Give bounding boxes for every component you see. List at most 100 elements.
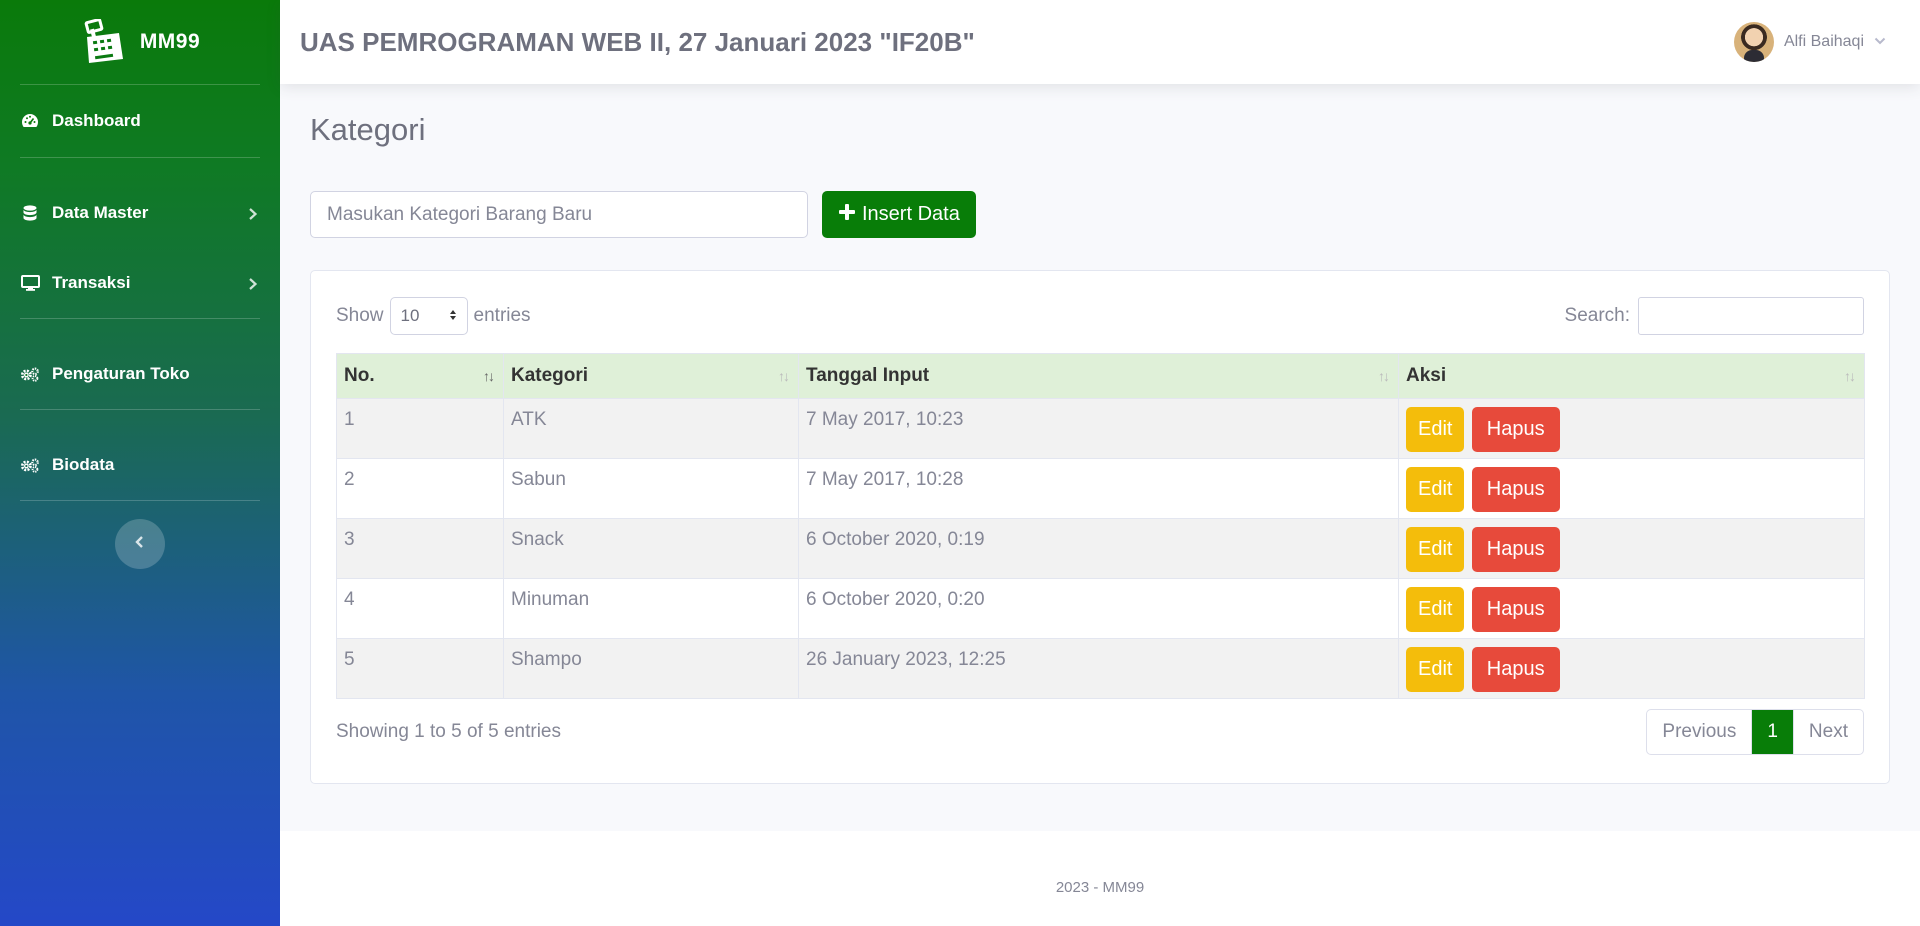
footer-copyright: 2023 - MM99: [1055, 879, 1145, 896]
column-header-label: No.: [344, 365, 375, 386]
sidebar-toggle-button[interactable]: [115, 519, 165, 569]
entries-info: Showing 1 to 5 of 5 entries: [336, 721, 561, 742]
footer: 2023 - MM99: [280, 831, 1920, 926]
user-name: Alfi Baihaqi: [1783, 33, 1864, 50]
insert-data-label: Insert Data: [862, 203, 960, 225]
plus-icon: [838, 203, 856, 227]
cell-aksi: Edit Hapus: [1398, 398, 1865, 459]
search-label: Search:: [1564, 305, 1630, 326]
cell-no: 1: [336, 398, 504, 459]
edit-button[interactable]: Edit: [1406, 587, 1465, 632]
brand-name: MM99: [139, 30, 201, 53]
datatable-card: Show 10 entries Search: No. ↑↓ Kategori ↑↓: [310, 270, 1890, 784]
column-header-label: Kategori: [511, 365, 589, 386]
edit-button[interactable]: Edit: [1406, 467, 1465, 512]
datatable-footer: Showing 1 to 5 of 5 entries Previous 1 N…: [336, 709, 1864, 755]
sidebar-item-transaksi[interactable]: Transaksi: [0, 248, 280, 318]
chevron-left-icon: [134, 535, 146, 554]
cell-tanggal: 26 January 2023, 12:25: [798, 638, 1399, 699]
cell-no: 3: [336, 518, 504, 579]
column-header-kategori[interactable]: Kategori ↑↓: [503, 353, 799, 399]
table-row: 1 ATK 7 May 2017, 10:23 Edit Hapus: [336, 398, 1865, 459]
sort-icon: ↑↓: [1844, 368, 1856, 384]
chevron-down-icon: [1874, 33, 1886, 51]
table-row: 3 Snack 6 October 2020, 0:19 Edit Hapus: [336, 518, 1865, 579]
sidebar: MM99 Dashboard Data Master Transaksi Pen…: [0, 0, 280, 926]
sidebar-item-label: Pengaturan Toko: [52, 364, 190, 383]
chevron-right-icon: [246, 206, 260, 220]
cell-tanggal: 6 October 2020, 0:20: [798, 578, 1399, 639]
cell-tanggal: 7 May 2017, 10:28: [798, 458, 1399, 519]
datatable-controls: Show 10 entries Search:: [336, 297, 1864, 335]
sidebar-item-label: Biodata: [52, 455, 115, 474]
show-label: Show: [336, 305, 384, 326]
cell-no: 5: [336, 638, 504, 699]
edit-button[interactable]: Edit: [1406, 527, 1465, 572]
column-header-tanggal[interactable]: Tanggal Input ↑↓: [798, 353, 1399, 399]
cell-kategori: Shampo: [503, 638, 799, 699]
cell-tanggal: 6 October 2020, 0:19: [798, 518, 1399, 579]
hapus-button[interactable]: Hapus: [1471, 527, 1560, 572]
pagination-next[interactable]: Next: [1792, 710, 1863, 754]
brand[interactable]: MM99: [0, 0, 280, 84]
cogs-icon: [20, 364, 40, 384]
pagination-page-1[interactable]: 1: [1751, 710, 1793, 754]
edit-button[interactable]: Edit: [1406, 647, 1465, 692]
entries-value: 10: [400, 306, 420, 325]
cell-aksi: Edit Hapus: [1398, 578, 1865, 639]
kategori-input[interactable]: [310, 191, 808, 238]
table-header-row: No. ↑↓ Kategori ↑↓ Tanggal Input ↑↓ Aksi ↑↓: [336, 353, 1865, 399]
hapus-button[interactable]: Hapus: [1471, 647, 1560, 692]
pagination-previous[interactable]: Previous: [1647, 710, 1751, 754]
column-header-aksi[interactable]: Aksi ↑↓: [1398, 353, 1865, 399]
hapus-button[interactable]: Hapus: [1471, 467, 1560, 512]
cell-kategori: Snack: [503, 518, 799, 579]
sort-icon: ↑↓: [778, 368, 790, 384]
column-header-label: Aksi: [1406, 365, 1447, 386]
cell-kategori: ATK: [503, 398, 799, 459]
sidebar-item-label: Transaksi: [52, 273, 131, 292]
sidebar-item-pengaturan-toko[interactable]: Pengaturan Toko: [0, 339, 280, 409]
cell-aksi: Edit Hapus: [1398, 458, 1865, 519]
desktop-icon: [20, 273, 40, 293]
sidebar-item-dashboard[interactable]: Dashboard: [0, 85, 280, 157]
avatar: [1733, 22, 1774, 62]
insert-data-button[interactable]: Insert Data: [822, 191, 976, 238]
cell-kategori: Minuman: [503, 578, 799, 639]
table-row: 5 Shampo 26 January 2023, 12:25 Edit Hap…: [336, 638, 1865, 699]
sidebar-item-biodata[interactable]: Biodata: [0, 430, 280, 500]
search-input[interactable]: [1638, 297, 1864, 335]
kategori-table: No. ↑↓ Kategori ↑↓ Tanggal Input ↑↓ Aksi ↑↓ …: [336, 353, 1865, 699]
topbar: UAS PEMROGRAMAN WEB II, 27 Januari 2023 …: [280, 0, 1920, 84]
sort-asc-icon: ↑↓: [483, 368, 495, 384]
cash-register-icon: [80, 18, 128, 66]
sort-icon: ↑↓: [1378, 368, 1390, 384]
cell-aksi: Edit Hapus: [1398, 638, 1865, 699]
main-content: Kategori Insert Data Show 10 entries: [280, 84, 1920, 926]
cell-kategori: Sabun: [503, 458, 799, 519]
cell-aksi: Edit Hapus: [1398, 518, 1865, 579]
cell-no: 2: [336, 458, 504, 519]
user-menu[interactable]: Alfi Baihaqi: [1733, 22, 1886, 62]
entries-length: Show 10 entries: [336, 297, 531, 335]
tachometer-icon: [20, 111, 40, 131]
insert-form: Insert Data: [310, 191, 976, 238]
datatable-search: Search:: [1565, 297, 1864, 335]
sidebar-item-label: Data Master: [52, 203, 149, 222]
edit-button[interactable]: Edit: [1406, 407, 1465, 452]
sidebar-item-label: Dashboard: [52, 111, 141, 130]
column-header-no[interactable]: No. ↑↓: [336, 353, 504, 399]
hapus-button[interactable]: Hapus: [1471, 587, 1560, 632]
page-header-title: UAS PEMROGRAMAN WEB II, 27 Januari 2023 …: [300, 26, 975, 57]
table-row: 2 Sabun 7 May 2017, 10:28 Edit Hapus: [336, 458, 1865, 519]
hapus-button[interactable]: Hapus: [1471, 407, 1560, 452]
entries-select[interactable]: 10: [389, 297, 468, 335]
page-title: Kategori: [310, 112, 426, 147]
pagination: Previous 1 Next: [1646, 709, 1864, 755]
cell-tanggal: 7 May 2017, 10:23: [798, 398, 1399, 459]
sidebar-divider: [20, 500, 260, 501]
sort-caret-icon: [449, 306, 457, 326]
column-header-label: Tanggal Input: [806, 365, 930, 386]
chevron-right-icon: [246, 276, 260, 290]
sidebar-item-data-master[interactable]: Data Master: [0, 178, 280, 248]
